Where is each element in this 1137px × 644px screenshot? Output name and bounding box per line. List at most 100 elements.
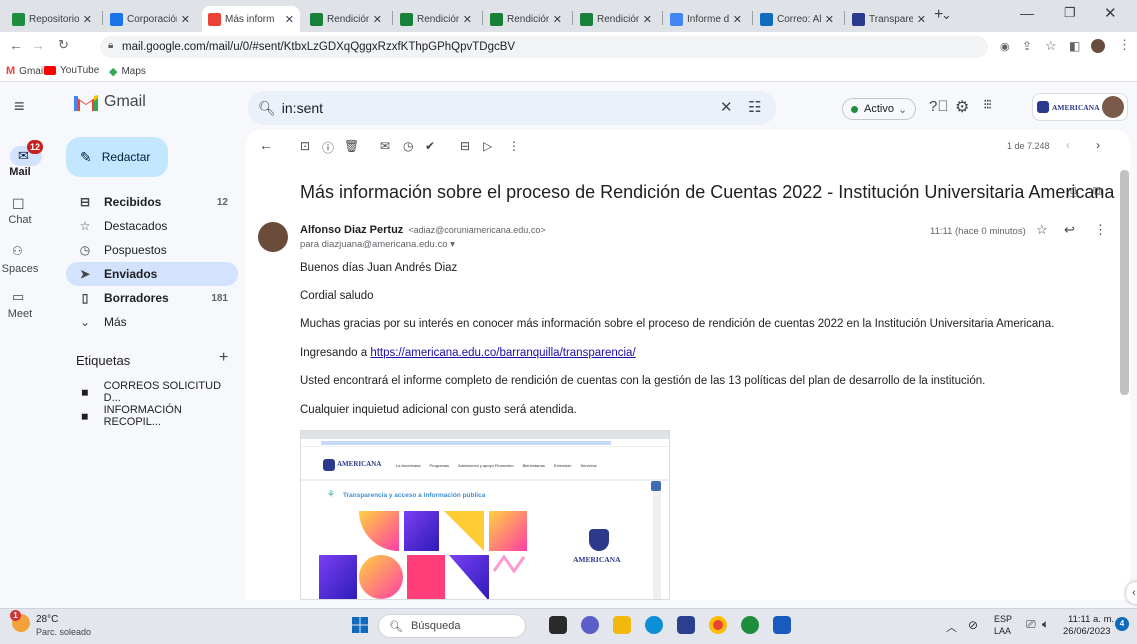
more-options-icon[interactable]: ⋮ [508,139,520,153]
tab-search-icon[interactable]: ⌄ [941,7,952,23]
open-new-window-icon[interactable]: ⧉ [1093,183,1102,199]
tray-chevron-icon[interactable]: ︿ [946,619,957,635]
close-tab-icon[interactable]: ✕ [373,13,382,26]
close-tab-icon[interactable]: ✕ [181,13,190,26]
newer-icon[interactable]: ‹ [1066,138,1070,152]
clock-date[interactable]: 26/06/2023 [1063,626,1111,637]
back-to-list-icon[interactable]: ← [259,137,273,153]
bookmark-youtube[interactable]: YouTube [44,65,99,76]
browser-tab[interactable]: Transparen ✕ [846,6,932,32]
browser-tab[interactable]: Rendición ✕ [574,6,658,32]
reload-icon[interactable]: ↻ [58,37,69,53]
sidebar-item-recibidos[interactable]: ⊟ Recibidos 12 [66,190,238,214]
bookmark-maps[interactable]: ◆ Maps [109,65,146,78]
reply-icon[interactable]: ↩ [1064,222,1075,238]
browser-tab[interactable]: Correo: Alf ✕ [754,6,840,32]
sidebar-item-pospuestos[interactable]: ◷ Pospuestos [66,238,238,262]
close-tab-icon[interactable]: ✕ [463,13,472,26]
rail-mail-pill[interactable]: ✉ 12 [10,140,43,166]
browser-menu-icon[interactable]: ⋮ [1118,37,1131,53]
older-icon[interactable]: › [1096,138,1100,152]
close-tab-icon[interactable]: ✕ [825,13,834,26]
language-layout[interactable]: LAA [994,626,1011,636]
message-scrollbar[interactable] [1120,170,1129,395]
sidebar-item-borradores[interactable]: ▯ Borradores 181 [66,286,238,310]
notification-badge[interactable]: 4 [1115,617,1129,631]
sidebar-item-destacados[interactable]: ☆ Destacados [66,214,238,238]
browser-tab[interactable]: Rendición ✕ [394,6,478,32]
report-spam-icon[interactable]: ⓘ [322,139,334,156]
message-more-icon[interactable]: ⋮ [1094,222,1107,238]
search-options-icon[interactable]: ☷ [748,98,761,116]
snooze-icon[interactable]: ◷ [403,139,413,153]
bookmark-star-icon[interactable]: ☆ [1045,38,1057,54]
side-panel-toggle-icon[interactable]: ‹ [1126,582,1137,604]
browser-tab[interactable]: Informe de ✕ [664,6,748,32]
share-icon[interactable]: ⇪ [1022,39,1032,53]
rail-mail-label[interactable]: Mail [0,166,40,178]
status-chip[interactable]: Activo ⌄ [842,98,917,120]
sidebar-item-más[interactable]: ⌄ Más [66,310,238,334]
search-input[interactable]: in:sent [282,100,323,116]
close-tab-icon[interactable]: ✕ [917,13,926,26]
browser-tab[interactable]: Rendición ✕ [304,6,388,32]
chrome-icon[interactable] [709,616,727,634]
sender-name[interactable]: Alfonso Diaz Pertuz [300,224,403,236]
minimize-icon[interactable]: — [1020,5,1034,21]
account-switcher[interactable]: AMERICANA [1032,93,1128,121]
chat-icon[interactable]: ☐ [12,196,25,213]
browser-tab[interactable]: Corporación ✕ [104,6,196,32]
search-icon[interactable]: 🔍︎ [258,100,276,117]
tray-network-icon[interactable]: ⊘ [968,618,978,632]
taskbar-search[interactable]: 🔍︎ Búsqueda [378,614,526,638]
print-icon[interactable]: ⎙ [1068,184,1078,200]
maximize-icon[interactable]: ❐ [1064,5,1076,21]
transparency-link[interactable]: https://americana.edu.co/barranquilla/tr… [370,347,635,359]
whatsapp-icon[interactable] [741,616,759,634]
star-icon[interactable]: ☆ [1036,222,1048,238]
close-tab-icon[interactable]: ✕ [733,13,742,26]
teams-chat-icon[interactable] [581,616,599,634]
add-task-icon[interactable]: ✔ [425,139,435,153]
windows-start-icon[interactable] [352,617,368,633]
extension-icon[interactable]: ◉ [1000,40,1010,53]
close-tab-icon[interactable]: ✕ [285,13,294,26]
spaces-icon[interactable]: ⚇ [12,244,23,258]
add-label-icon[interactable]: + [219,349,228,367]
edge-icon[interactable] [645,616,663,634]
archive-icon[interactable]: ⊡ [300,139,310,153]
bookmark-gmail[interactable]: M Gmail [6,65,45,77]
sidebar-item-enviados[interactable]: ➤ Enviados [66,262,238,286]
rail-spaces-label[interactable]: Spaces [0,263,40,275]
rail-meet-label[interactable]: Meet [0,308,40,320]
compose-button[interactable]: ✎ Redactar [66,137,168,177]
browser-tab[interactable]: Más inform ✕ [202,6,300,32]
rail-chat-label[interactable]: Chat [0,214,40,226]
browser-tab[interactable]: Rendición ✕ [484,6,568,32]
mark-unread-icon[interactable]: ✉ [380,139,390,153]
meet-icon[interactable]: ▭ [12,289,24,305]
profile-avatar[interactable] [1089,37,1107,55]
file-explorer-icon[interactable] [613,616,631,634]
language-code[interactable]: ESP [994,614,1012,624]
label-item[interactable]: ◼ INFORMACIÓN RECOPIL... [66,404,238,428]
sender-avatar[interactable] [258,222,288,252]
store-icon[interactable] [677,616,695,634]
back-icon[interactable]: ← [9,37,23,53]
apps-grid-icon[interactable]: ⁝⁝⁝ [983,96,992,113]
gmail-logo[interactable]: Gmail [74,93,146,111]
forward-icon[interactable]: → [31,37,45,53]
word-icon[interactable] [773,616,791,634]
delete-icon[interactable]: 🗑︎ [344,139,359,153]
clock-time[interactable]: 11:11 a. m. [1068,614,1114,625]
help-icon[interactable]: ?⃝ [929,98,949,115]
clear-search-icon[interactable]: ✕ [720,98,733,116]
close-tab-icon[interactable]: ✕ [553,13,562,26]
display-icon[interactable]: ⎚ [1026,617,1036,632]
sidepanel-icon[interactable]: ◧ [1069,39,1080,53]
main-menu-icon[interactable]: ≡ [14,96,25,117]
task-view-icon[interactable] [549,616,567,634]
label-item[interactable]: ◼ CORREOS SOLICITUD D... [66,380,238,404]
embedded-screenshot[interactable]: AMERICANA La Americana Programas Admisione… [300,430,670,600]
close-window-icon[interactable]: ✕ [1104,4,1117,22]
